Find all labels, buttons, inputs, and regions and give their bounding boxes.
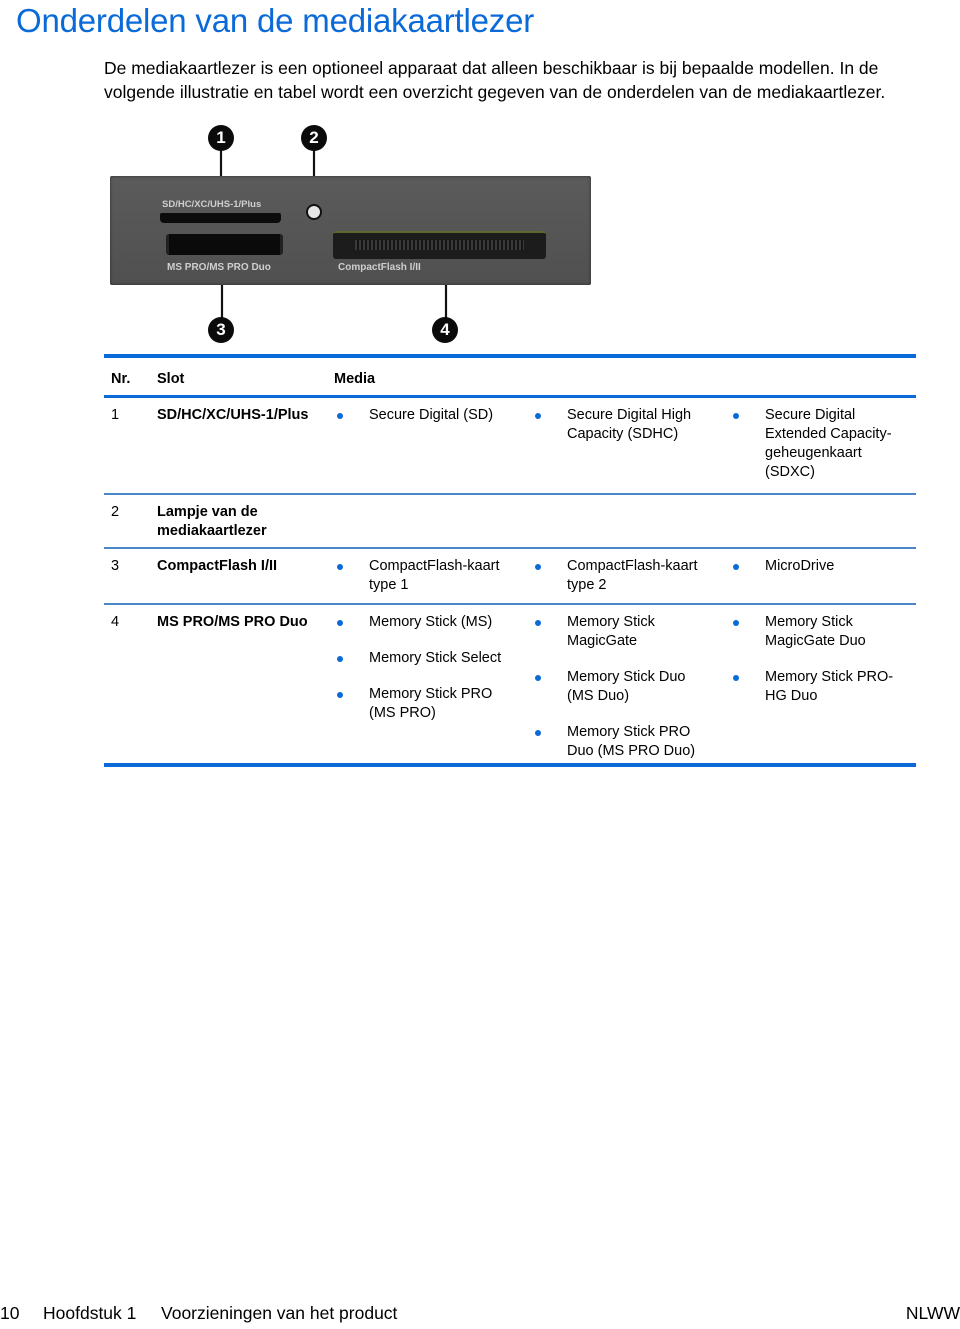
media-list-item: Memory Stick PRO Duo (MS PRO Duo) [530,723,710,761]
media-column: Secure Digital High Capacity (SDHC) [530,406,710,461]
header-media: Media [334,371,376,387]
row-slot: MS PRO/MS PRO Duo [157,614,308,630]
table-row: 4 MS PRO/MS PRO Duo Memory Stick (MS) Memor… [104,605,916,763]
locale-code: NLWW [905,1303,960,1323]
sd-slot-label: SD/HC/XC/UHS-1/Plus [162,199,262,210]
page-number: 10 [0,1303,20,1323]
row-nr: 4 [111,614,120,630]
media-list-item: Secure Digital Extended Capacity-geheuge… [728,406,908,482]
media-column: Secure Digital (SD) [332,406,512,442]
media-list-item: Secure Digital (SD) [332,406,512,425]
table-bottom-rule [104,763,916,767]
table-row: 1 SD/HC/XC/UHS-1/Plus Secure Digital (SD) S… [104,398,916,493]
compactflash-slot [333,231,546,259]
callout-3-icon: 3 [208,317,234,343]
header-nr: Nr. [111,371,131,387]
callout-1-icon: 1 [208,125,234,151]
row-slot: SD/HC/XC/UHS-1/Plus [157,407,309,423]
chapter-label: Hoofdstuk 1 [43,1303,137,1323]
ms-slot-label: MS PRO/MS PRO Duo [167,262,271,273]
row-nr: 3 [111,558,120,574]
media-list-item: Memory Stick Select [332,649,512,668]
row-slot: Lampje van de mediakaartlezer [157,504,267,539]
media-list-item: Memory Stick (MS) [332,613,512,632]
row-nr: 1 [111,407,120,423]
media-column: Memory Stick MagicGate Duo Memory Stick P… [728,613,908,723]
media-list-item: Memory Stick PRO (MS PRO) [332,685,512,723]
components-table: Nr. Slot Media 1 SD/HC/XC/UHS-1/Plus Secur… [104,354,916,767]
media-card-reader-illustration: SD/HC/XC/UHS-1/Plus MS PRO/MS PRO Duo Co… [0,0,960,350]
sd-card-slot [160,213,281,223]
table-body: 1 SD/HC/XC/UHS-1/Plus Secure Digital (SD) S… [104,398,916,763]
media-list-item: Memory Stick MagicGate Duo [728,613,908,651]
table-row: 3 CompactFlash I/II CompactFlash-kaart typ… [104,549,916,603]
media-column: Memory Stick MagicGate Memory Stick Duo (… [530,613,710,778]
cf-connector-pins [355,240,524,250]
activity-led-icon [306,204,322,220]
media-list-item: Memory Stick Duo (MS Duo) [530,668,710,706]
row-nr: 2 [111,504,120,520]
media-column: CompactFlash-kaart type 1 [332,557,512,612]
cf-slot-label: CompactFlash I/II [338,262,421,273]
callout-2-icon: 2 [301,125,327,151]
table-header-row: Nr. Slot Media [104,358,916,395]
media-list-item: CompactFlash-kaart type 2 [530,557,710,595]
media-list-item: Memory Stick PRO-HG Duo [728,668,908,706]
row-slot: CompactFlash I/II [157,558,278,574]
callout-4-icon: 4 [432,317,458,343]
header-slot: Slot [157,371,185,387]
media-list-item: Secure Digital High Capacity (SDHC) [530,406,710,444]
media-column: MicroDrive [728,557,908,593]
table-row: 2 Lampje van de mediakaartlezer [104,495,916,547]
media-list-item: CompactFlash-kaart type 1 [332,557,512,595]
memory-stick-slot [166,234,283,255]
media-column: Secure Digital Extended Capacity-geheuge… [728,406,908,499]
media-list-item: Memory Stick MagicGate [530,613,710,651]
media-list-item: MicroDrive [728,557,908,576]
chapter-title: Voorzieningen van het product [161,1303,398,1323]
media-column: CompactFlash-kaart type 2 [530,557,710,612]
media-column: Memory Stick (MS) Memory Stick Select Memo… [332,613,512,740]
